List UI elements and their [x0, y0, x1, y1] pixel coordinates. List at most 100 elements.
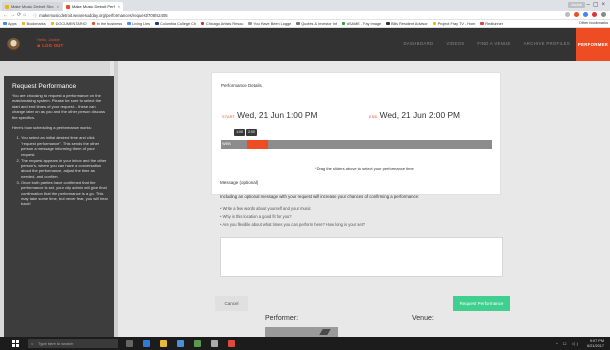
nav-archive-profiles[interactable]: ARCHIVE PROFILES	[524, 41, 570, 46]
instructions-panel: Request Performance You are choosing to …	[4, 76, 114, 337]
bookmark-label: Project Fray TV - Hom	[437, 21, 476, 26]
bookmark-item[interactable]: dSAME - Fay Image	[341, 21, 382, 26]
time-slider-track[interactable]: WEB 1:00 PM 2:00 PM	[221, 129, 492, 149]
info-icon[interactable]: ⓘ	[33, 13, 37, 18]
taskbar-clock[interactable]: 9:07 PM 6/21/2017	[587, 339, 604, 348]
bookmark-item[interactable]: Project Fray TV - Hom	[432, 21, 476, 26]
start-label: START	[222, 115, 236, 119]
performer-label: Performer:	[265, 315, 299, 322]
drag-hint: *Drag the sliders above to select your p…	[315, 166, 414, 171]
window-controls[interactable]: –▢×	[586, 1, 608, 8]
bookmark-label: dSAME - Fay Image	[346, 21, 382, 26]
drag-hint-text: Drag the sliders above to select your pe…	[316, 166, 414, 171]
logout-label: LOG OUT	[42, 43, 64, 48]
end-label: END	[369, 115, 378, 119]
message-title: Message (optional)	[220, 180, 259, 185]
end-slider-handle[interactable]: 2:00 PM	[246, 129, 257, 141]
start-value: Wed, 21 Jun 1:00 PM	[237, 110, 318, 120]
other-bookmarks[interactable]: Other bookmarks	[579, 21, 608, 25]
bookmark-item[interactable]: Columbia College Ch	[155, 22, 196, 26]
bookmarks-bar: Apps Bookmarks DOCUMENTARIO In the business…	[0, 20, 610, 28]
extension-icon[interactable]	[592, 12, 597, 17]
bookmark-icon	[3, 21, 7, 26]
url-field[interactable]: ⓘ makemusicdetroit.wearesudday.org/perfor…	[30, 12, 535, 19]
store-icon[interactable]	[177, 340, 184, 347]
bookmark-item[interactable]: Bookmarks	[21, 21, 46, 26]
settings-icon[interactable]	[211, 340, 218, 347]
os-taskbar: ○ Type here to search ^ ☐ ◁) 9:07 PM 6/2…	[0, 337, 610, 350]
message-intro: Including an optional message with your …	[220, 194, 420, 199]
extension-icon[interactable]	[574, 12, 579, 17]
bookmark-item[interactable]: You Have Been Logge	[248, 22, 291, 26]
browser-tab-2[interactable]: Make Music Detroit Perf ×	[63, 2, 123, 11]
edge-icon[interactable]	[143, 340, 150, 347]
bookmark-label: You Have Been Logge	[253, 21, 292, 26]
browser-profile-chip[interactable]: Jackie	[567, 2, 585, 8]
mail-icon[interactable]	[194, 340, 201, 347]
cancel-button[interactable]: Cancel	[215, 296, 248, 311]
windows-start-icon[interactable]	[12, 340, 19, 347]
nav-videos[interactable]: VIDEOS	[446, 41, 464, 46]
tab-label: Make Music Detroit Sho	[11, 4, 54, 9]
extension-icons	[565, 12, 606, 17]
bookmark-label: Bookmarks	[26, 21, 46, 26]
taskbar-search-input[interactable]: ○ Type here to search	[28, 339, 118, 348]
browser-nav-buttons[interactable]: ←→⟳⌂	[3, 12, 28, 18]
site-logo[interactable]	[7, 38, 20, 51]
nav-find-a-venue[interactable]: FIND A VENUE	[477, 41, 510, 46]
sidebar-title: Request Performance	[12, 83, 77, 90]
bookmark-item[interactable]: Chicago Artists Resou	[200, 21, 244, 26]
list-item: Once both parties have confirmed that th…	[21, 180, 108, 207]
tab-close-icon[interactable]: ×	[57, 4, 59, 9]
clock-date: 6/21/2017	[587, 343, 604, 348]
bookmark-item[interactable]: Apps	[3, 22, 17, 26]
search-placeholder: Type here to search	[38, 341, 74, 346]
list-item: The request appears in your inbox and th…	[21, 158, 108, 180]
search-icon: ○	[31, 341, 34, 346]
bookmark-item[interactable]: Bills Resident Advisor	[386, 22, 428, 26]
bookmark-label: Quotes & Investor Inf	[301, 21, 337, 26]
bookmark-item[interactable]: Living Lies	[127, 22, 150, 26]
bookmark-item[interactable]: In the business	[91, 21, 123, 26]
greeting-text: Hello, Jackie	[37, 37, 60, 42]
bookmark-icon	[432, 21, 437, 26]
message-tips: Write a few words about yourself and you…	[220, 206, 365, 230]
url-text: makemusicdetroit.wearesudday.org/perform…	[39, 13, 168, 18]
extension-icon[interactable]	[583, 12, 588, 17]
bookmark-icon	[248, 21, 252, 26]
performer-image	[265, 327, 338, 337]
system-tray-icons[interactable]: ^ ☐ ◁)	[556, 341, 580, 346]
star-icon[interactable]	[565, 12, 570, 17]
bookmark-label: Apps	[8, 21, 17, 26]
bookmark-label: In the business	[96, 21, 123, 26]
file-explorer-icon[interactable]	[160, 340, 167, 347]
bookmark-icon	[386, 21, 390, 26]
end-value: Wed, 21 Jun 2:00 PM	[379, 110, 461, 120]
bookmark-label: Bills Resident Advisor	[391, 21, 428, 26]
main-nav: DASHBOARD VIDEOS FIND A VENUE ARCHIVE PR…	[403, 41, 570, 46]
browser-tab-1[interactable]: Make Music Detroit Sho ×	[2, 2, 62, 11]
bookmark-icon	[91, 21, 96, 26]
tab-close-icon[interactable]: ×	[118, 4, 120, 9]
list-item: You select an initial desired time and c…	[21, 135, 108, 157]
bookmark-item[interactable]: DOCUMENTARIO	[50, 22, 87, 26]
sidebar-intro: You are choosing to request a performanc…	[12, 93, 105, 120]
task-view-icon[interactable]	[126, 340, 133, 347]
nav-dashboard[interactable]: DASHBOARD	[403, 41, 433, 46]
taskbar-apps	[126, 340, 235, 347]
bookmark-label: Chicago Artists Resou	[205, 21, 244, 26]
chrome-icon[interactable]	[228, 340, 235, 347]
main-content: Performance Details START Wed, 21 Jun 1:0…	[118, 61, 610, 337]
bookmark-icon	[21, 21, 26, 26]
performer-button[interactable]: PERFORMER	[576, 28, 610, 61]
bookmark-item[interactable]: Redtunner	[480, 22, 503, 26]
logout-link[interactable]: ⊗ LOG OUT	[37, 43, 63, 48]
bookmark-icon	[296, 21, 300, 26]
track-day-label: WEB	[222, 142, 231, 146]
request-performance-button[interactable]: Request Performance	[453, 296, 510, 311]
bookmark-icon	[200, 21, 205, 26]
start-slider-handle[interactable]: 1:00 PM	[234, 129, 245, 141]
message-textarea[interactable]	[220, 237, 503, 277]
bookmark-item[interactable]: Quotes & Investor Inf	[296, 22, 337, 26]
menu-icon[interactable]	[601, 12, 606, 17]
